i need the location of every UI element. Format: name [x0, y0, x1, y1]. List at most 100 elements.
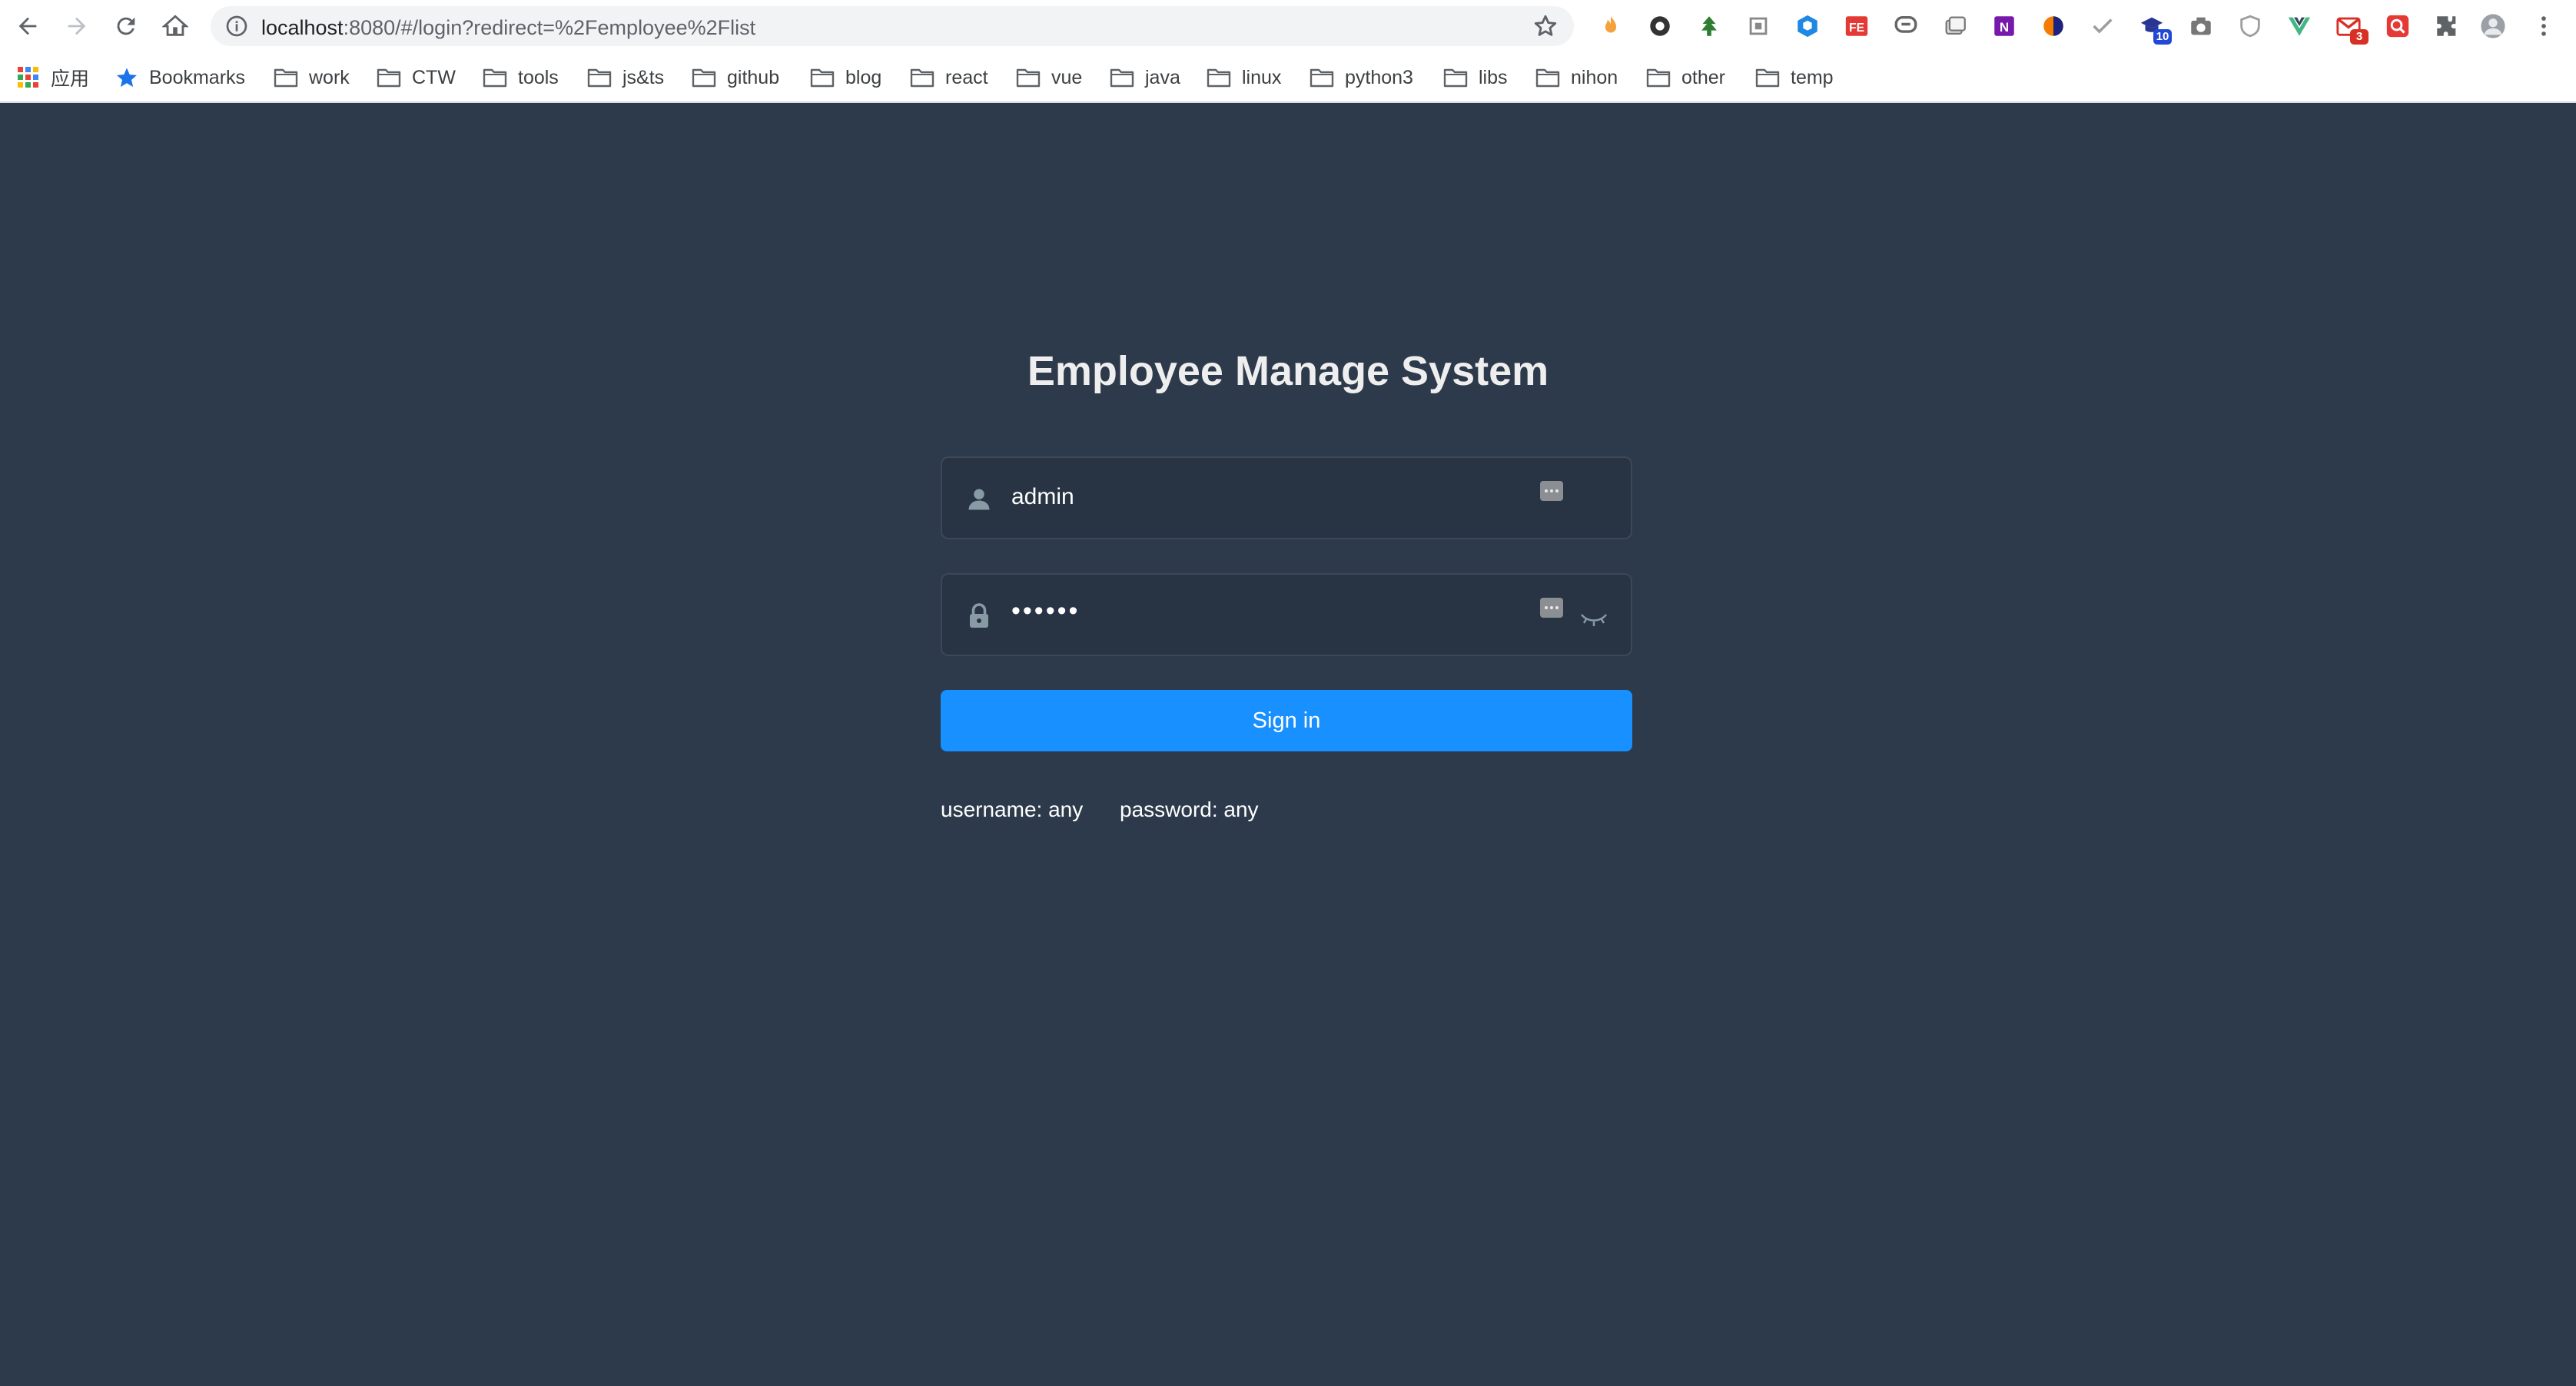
bookmark-label: CTW — [412, 66, 456, 88]
extensions-puzzle-icon[interactable] — [2432, 11, 2462, 41]
bookmark-folder[interactable]: libs — [1443, 64, 1508, 91]
user-icon — [968, 489, 990, 510]
ext-onenote-icon[interactable]: N — [1989, 11, 2020, 41]
info-icon[interactable] — [224, 14, 249, 38]
folder-icon — [274, 68, 298, 88]
svg-text:FE: FE — [1849, 22, 1864, 35]
back-icon[interactable] — [11, 9, 45, 43]
username-tip: username: any — [941, 797, 1084, 821]
folder-icon — [377, 68, 401, 88]
bookmarks-bar: 应用 Bookmarks work CTW tools js&ts github blog… — [0, 52, 2576, 103]
forward-icon[interactable] — [60, 9, 94, 43]
folder-icon — [1016, 68, 1041, 88]
bookmark-folder[interactable]: react — [910, 64, 988, 91]
username-input[interactable]: admin — [1011, 484, 1074, 510]
bookmark-folder[interactable]: js&ts — [587, 64, 664, 91]
bookmark-label: tools — [518, 66, 559, 88]
bookmark-label: nihon — [1571, 66, 1618, 88]
ext-gmail-icon[interactable]: 3 — [2333, 11, 2369, 45]
ext-graduation-icon[interactable]: 10 — [2136, 11, 2172, 45]
lock-icon — [970, 603, 988, 628]
bookmark-folder[interactable]: python3 — [1310, 64, 1413, 91]
login-tips: username: any password: any — [941, 797, 1259, 822]
ext-fe-icon[interactable]: FE — [1841, 11, 1872, 41]
eye-closed-icon[interactable] — [1578, 605, 1609, 630]
bookmark-label: temp — [1791, 66, 1834, 88]
bookmark-label: python3 — [1345, 66, 1413, 88]
ext-chat-icon[interactable] — [1891, 11, 1921, 41]
extension-badge: 3 — [2350, 29, 2369, 45]
bookmark-folder[interactable]: other — [1646, 64, 1725, 91]
ext-camera-icon[interactable] — [2186, 11, 2216, 41]
reload-icon[interactable] — [109, 9, 143, 43]
ext-search-icon[interactable] — [2382, 11, 2413, 41]
bookmark-label: blog — [845, 66, 882, 88]
folder-icon — [1443, 68, 1468, 88]
bookmark-folder[interactable]: CTW — [377, 64, 456, 91]
bookmark-label: js&ts — [622, 66, 665, 88]
bookmark-folder[interactable]: blog — [810, 64, 881, 91]
folder-icon — [1207, 68, 1231, 88]
bookmark-folder[interactable]: nihon — [1535, 64, 1618, 91]
browser-toolbar: localhost:8080/#/login?redirect=%2Femplo… — [0, 0, 2576, 52]
folder-icon — [1755, 68, 1780, 88]
bookmark-label: Bookmarks — [149, 66, 246, 88]
login-page: Employee Manage System admin •••••• Sign… — [0, 104, 2576, 1386]
ext-box-icon[interactable] — [1743, 11, 1774, 41]
bookmark-star-icon[interactable] — [1532, 13, 1559, 39]
ext-shield-icon[interactable] — [2235, 11, 2266, 41]
bookmark-folder[interactable]: temp — [1755, 64, 1834, 91]
folder-icon — [692, 68, 716, 88]
bookmark-label: vue — [1051, 66, 1083, 88]
password-tip: password: any — [1120, 797, 1259, 821]
bookmark-label: other — [1681, 66, 1725, 88]
address-url[interactable]: localhost:8080/#/login?redirect=%2Femplo… — [261, 16, 755, 40]
username-field[interactable]: admin — [941, 456, 1632, 539]
bookmark-bookmarks[interactable]: Bookmarks — [115, 64, 245, 91]
folder-icon — [910, 68, 934, 88]
folder-icon — [1646, 68, 1671, 88]
bookmark-label: linux — [1242, 66, 1282, 88]
folder-icon — [587, 68, 612, 88]
autofill-key-icon[interactable] — [1540, 598, 1563, 618]
folder-icon — [810, 68, 835, 88]
page-title: Employee Manage System — [1027, 348, 1549, 394]
ext-circle-icon[interactable] — [1645, 11, 1675, 41]
address-bar[interactable]: localhost:8080/#/login?redirect=%2Femplo… — [211, 6, 1574, 46]
bookmark-label: react — [945, 66, 988, 88]
folder-icon — [1310, 68, 1334, 88]
home-icon[interactable] — [158, 9, 192, 43]
ext-fire-icon[interactable] — [1595, 11, 1626, 41]
bookmark-folder[interactable]: github — [692, 64, 779, 91]
bookmark-label: work — [309, 66, 350, 88]
star-icon — [117, 68, 137, 88]
ext-hex-icon[interactable] — [1792, 11, 1823, 41]
svg-text:N: N — [2000, 20, 2009, 35]
ext-cards-icon[interactable] — [1940, 11, 1970, 41]
profile-avatar[interactable] — [2476, 9, 2510, 43]
bookmark-label: github — [727, 66, 780, 88]
sign-in-button[interactable]: Sign in — [941, 690, 1632, 751]
folder-icon — [483, 68, 507, 88]
menu-kebab-icon[interactable] — [2527, 9, 2561, 43]
folder-icon — [1535, 68, 1560, 88]
bookmark-apps[interactable]: 应用 — [17, 64, 89, 91]
extension-badge: 10 — [2153, 29, 2172, 45]
bookmark-label: 应用 — [51, 68, 90, 90]
bookmark-label: java — [1145, 66, 1180, 88]
bookmark-folder[interactable]: work — [274, 64, 350, 91]
bookmark-folder[interactable]: java — [1110, 64, 1180, 91]
password-field[interactable]: •••••• — [941, 573, 1632, 656]
password-input[interactable]: •••••• — [1011, 596, 1080, 626]
ext-green-icon[interactable] — [1694, 11, 1725, 41]
autofill-key-icon[interactable] — [1540, 481, 1563, 501]
ext-vue-icon[interactable] — [2284, 11, 2315, 41]
ext-orange-icon[interactable] — [2038, 11, 2069, 41]
bookmark-folder[interactable]: tools — [483, 64, 559, 91]
bookmark-folder[interactable]: linux — [1207, 64, 1281, 91]
ext-check-icon[interactable] — [2087, 11, 2118, 41]
bookmark-label: libs — [1479, 66, 1508, 88]
bookmark-folder[interactable]: vue — [1016, 64, 1082, 91]
folder-icon — [1110, 68, 1134, 88]
apps-grid-icon — [18, 67, 38, 88]
